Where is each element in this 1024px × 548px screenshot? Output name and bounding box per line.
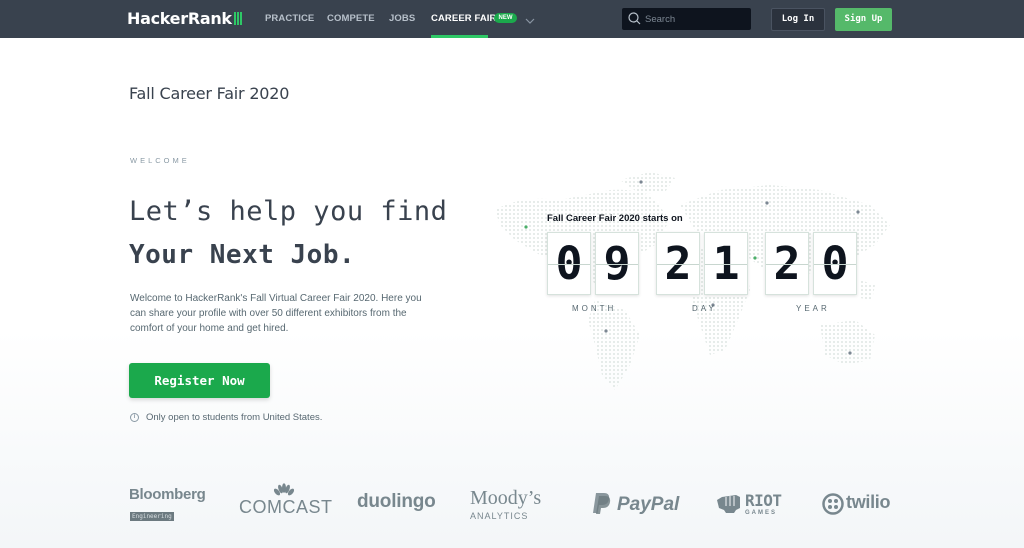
year-digit-1: 2 [765, 232, 809, 295]
paypal-logo: PayPal [617, 494, 680, 515]
riot-fist-icon [717, 495, 740, 513]
intro-text: Welcome to HackerRank's Fall Virtual Car… [130, 293, 422, 334]
brand-name: HackerRank [127, 9, 232, 28]
month-digit-2: 9 [595, 232, 639, 295]
riot-games-subtitle: GAMES [745, 510, 778, 516]
logo-bars-icon [233, 12, 242, 25]
active-tab-indicator [431, 35, 488, 38]
year-digit-2: 0 [813, 232, 857, 295]
day-label: DAY [692, 304, 717, 313]
nav-practice[interactable]: PRACTICE [265, 13, 314, 24]
duolingo-logo: duolingo [357, 491, 436, 512]
day-digit-2: 1 [704, 232, 748, 295]
twilio-logo: twilio [846, 492, 891, 512]
page-title: Fall Career Fair 2020 [129, 84, 290, 103]
register-now-button[interactable]: Register Now [129, 363, 270, 398]
nav-compete[interactable]: COMPETE [327, 13, 375, 24]
moodys-logo: Moody’s [470, 487, 542, 509]
month-label: MONTH [572, 304, 617, 313]
countdown-title: Fall Career Fair 2020 starts on [547, 213, 683, 224]
nav-jobs[interactable]: JOBS [389, 13, 415, 24]
eligibility-note: i Only open to students from United Stat… [130, 412, 322, 423]
bloomberg-logo: Bloomberg [129, 486, 206, 503]
signup-button[interactable]: Sign Up [835, 8, 892, 31]
headline-light: Let’s help you find [129, 196, 448, 227]
top-navigation: HackerRank PRACTICE COMPETE JOBS CAREER … [0, 0, 1024, 38]
day-digit-1: 2 [656, 232, 700, 295]
nbc-peacock-icon [273, 483, 295, 496]
login-button[interactable]: Log In [771, 8, 825, 31]
twilio-mark-icon [822, 493, 844, 515]
chevron-down-icon[interactable] [524, 13, 536, 24]
eligibility-text: Only open to students from United States… [146, 412, 323, 423]
paypal-p-icon [593, 493, 611, 514]
year-label: YEAR [796, 304, 830, 313]
search-input[interactable] [645, 11, 745, 27]
hackerrank-logo[interactable]: HackerRank [127, 9, 242, 28]
comcast-logo: COMCAST [239, 497, 333, 517]
welcome-eyebrow: WELCOME [130, 156, 190, 165]
bloomberg-engineering-tag: Engineering [130, 512, 174, 521]
info-icon: i [130, 413, 139, 422]
new-badge: NEW [494, 13, 517, 23]
month-digit-1: 0 [547, 232, 591, 295]
headline-bold: Your Next Job. [129, 240, 356, 270]
search-box[interactable] [622, 8, 751, 30]
search-icon [628, 12, 641, 25]
nav-career-fair[interactable]: CAREER FAIR [431, 13, 497, 24]
riot-games-logo: RIOT [745, 491, 782, 510]
moodys-analytics-subtitle: ANALYTICS [470, 511, 529, 521]
